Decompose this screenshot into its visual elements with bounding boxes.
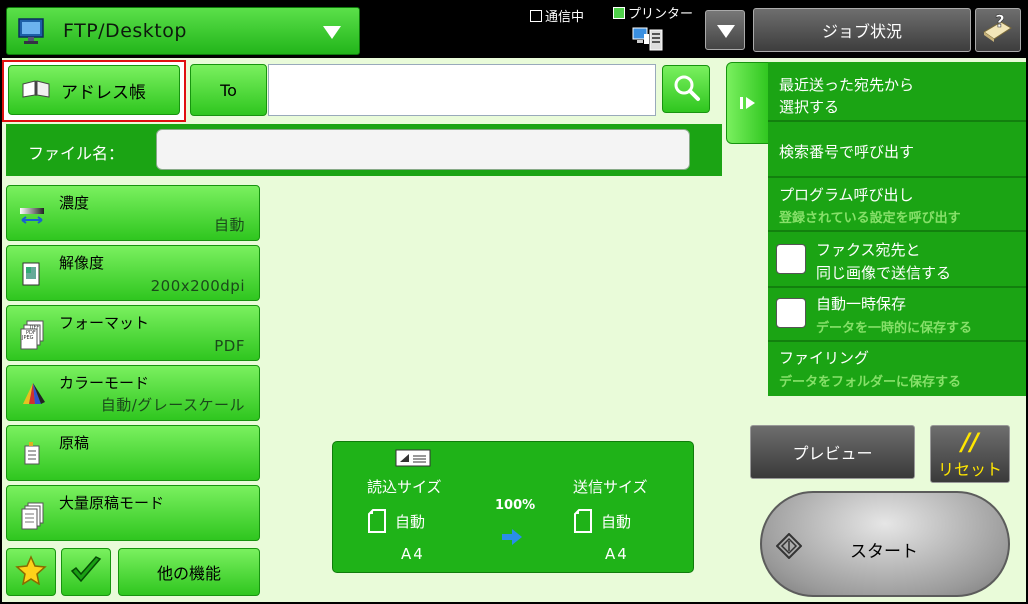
sidebar-item-program-sub: 登録されている設定を呼び出す <box>779 211 961 226</box>
sidebar-item-program[interactable]: プログラム呼び出し 登録されている設定を呼び出す <box>768 178 1026 232</box>
action-sidebar: 最近送った宛先から 選択する 検索番号で呼び出す プログラム呼び出し 登録されて… <box>768 62 1026 396</box>
format-button[interactable]: TIFF PDF JPEG フォーマット PDF <box>6 305 260 361</box>
address-book-label: アドレス帳 <box>61 82 146 103</box>
density-value: 自動 <box>213 216 245 234</box>
scanner-icon <box>395 448 431 472</box>
favorite-button[interactable] <box>6 548 56 596</box>
printer-status-label: プリンター <box>628 7 694 22</box>
format-label: フォーマット <box>59 314 150 332</box>
svg-text:?: ? <box>995 12 1005 32</box>
network-pc-icon <box>632 26 664 52</box>
filename-field[interactable] <box>156 129 690 170</box>
resolution-value: 200x200dpi <box>150 277 245 295</box>
sidebar-item-fax-same-image[interactable]: ファクス宛先と 同じ画像で送信する <box>768 232 1026 288</box>
comm-status-label: 通信中 <box>545 10 585 25</box>
scan-size-value: A4 <box>401 545 425 563</box>
color-mode-label: カラーモード <box>59 374 150 392</box>
help-icon: ? <box>981 12 1015 48</box>
open-book-icon <box>21 78 51 102</box>
sidebar-item-auto-store-sub: データを一時的に保存する <box>816 321 973 336</box>
mode-label: FTP/Desktop <box>63 20 187 42</box>
color-mode-button[interactable]: カラーモード 自動/グレースケール <box>6 365 260 421</box>
sidebar-item-filing[interactable]: ファイリング データをフォルダーに保存する <box>768 342 1026 396</box>
sidebar-item-program-label: プログラム呼び出し <box>779 186 914 204</box>
play-icon <box>739 95 757 115</box>
sidebar-item-fax-line1: ファクス宛先と <box>816 241 921 259</box>
auto-store-checkbox[interactable] <box>776 298 806 328</box>
sidebar-item-search-number[interactable]: 検索番号で呼び出す <box>768 122 1026 178</box>
send-mode: 自動 <box>601 513 632 531</box>
job-build-button[interactable]: 大量原稿モード <box>6 485 260 541</box>
ratio-value: 100% <box>495 498 536 513</box>
sidebar-item-filing-label: ファイリング <box>779 349 870 367</box>
to-button[interactable]: To <box>190 64 267 116</box>
status-dropdown-button[interactable] <box>705 10 745 50</box>
density-icon <box>19 200 45 228</box>
address-book-button[interactable]: アドレス帳 <box>8 65 180 115</box>
monitor-icon <box>17 16 47 46</box>
original-label: 原稿 <box>59 434 90 452</box>
sidebar-item-auto-store-label: 自動一時保存 <box>816 295 907 313</box>
preview-button[interactable]: プレビュー <box>750 425 915 479</box>
sidebar-item-auto-store[interactable]: 自動一時保存 データを一時的に保存する <box>768 288 1026 342</box>
chevron-down-icon <box>323 26 341 39</box>
printer-indicator-icon <box>613 6 625 19</box>
checkmark-icon <box>69 555 103 589</box>
sidebar-item-recent-line2: 選択する <box>779 98 840 116</box>
sidebar-item-filing-sub: データをフォルダーに保存する <box>779 375 962 390</box>
job-build-label: 大量原稿モード <box>59 494 165 512</box>
filename-bar: ファイル名： <box>6 124 722 176</box>
color-mode-value: 自動/グレースケール <box>100 396 245 414</box>
format-icon: TIFF PDF JPEG <box>19 320 45 350</box>
send-size-value: A4 <box>605 545 629 563</box>
comm-status: 通信中 <box>530 6 584 25</box>
search-icon <box>671 72 701 106</box>
printer-status: プリンター <box>613 3 693 22</box>
resolution-icon <box>19 260 45 288</box>
resolution-label: 解像度 <box>59 254 105 272</box>
density-button[interactable]: 濃度 自動 <box>6 185 260 241</box>
format-icon-text-jpeg: JPEG <box>21 335 34 341</box>
reset-icon: // <box>961 428 979 456</box>
color-mode-icon <box>19 380 45 408</box>
start-button[interactable]: スタート <box>760 491 1010 597</box>
reset-button[interactable]: // リセット <box>930 425 1010 483</box>
to-address-field[interactable] <box>268 64 656 116</box>
comm-indicator-icon <box>530 9 542 22</box>
resolution-button[interactable]: 解像度 200x200dpi <box>6 245 260 301</box>
star-icon <box>15 555 47 589</box>
sidebar-item-fax-line2: 同じ画像で送信する <box>816 264 952 282</box>
original-button[interactable]: 原稿 <box>6 425 260 481</box>
page-icon <box>573 508 593 538</box>
start-diamond-icon <box>775 532 803 560</box>
job-status-button[interactable]: ジョブ状況 <box>753 8 971 52</box>
job-build-icon <box>19 500 45 530</box>
page-icon <box>367 508 387 538</box>
chevron-down-icon <box>717 25 735 38</box>
sidebar-collapse-tab[interactable] <box>726 62 770 144</box>
send-size-label: 送信サイズ <box>573 478 648 496</box>
mode-selector[interactable]: FTP/Desktop <box>6 7 360 55</box>
check-settings-button[interactable] <box>61 548 111 596</box>
scan-mode: 自動 <box>395 513 426 531</box>
original-icon <box>19 440 45 468</box>
other-functions-button[interactable]: 他の機能 <box>118 548 260 596</box>
help-button[interactable]: ? <box>975 8 1021 52</box>
sidebar-item-search-number-label: 検索番号で呼び出す <box>779 143 915 161</box>
arrow-right-icon <box>501 528 523 550</box>
format-value: PDF <box>214 337 245 355</box>
filename-label: ファイル名： <box>28 144 125 163</box>
sidebar-item-recent-line1: 最近送った宛先から <box>779 76 915 94</box>
start-label: スタート <box>850 542 918 562</box>
fax-same-image-checkbox[interactable] <box>776 244 806 274</box>
search-button[interactable] <box>662 65 710 113</box>
density-label: 濃度 <box>59 194 90 212</box>
size-panel[interactable]: 読込サイズ 自動 A4 100% 送信サイズ 自動 A4 <box>332 441 694 573</box>
sidebar-item-recent[interactable]: 最近送った宛先から 選択する <box>768 62 1026 122</box>
scan-size-label: 読込サイズ <box>367 478 442 496</box>
reset-label: リセット <box>937 460 1002 479</box>
